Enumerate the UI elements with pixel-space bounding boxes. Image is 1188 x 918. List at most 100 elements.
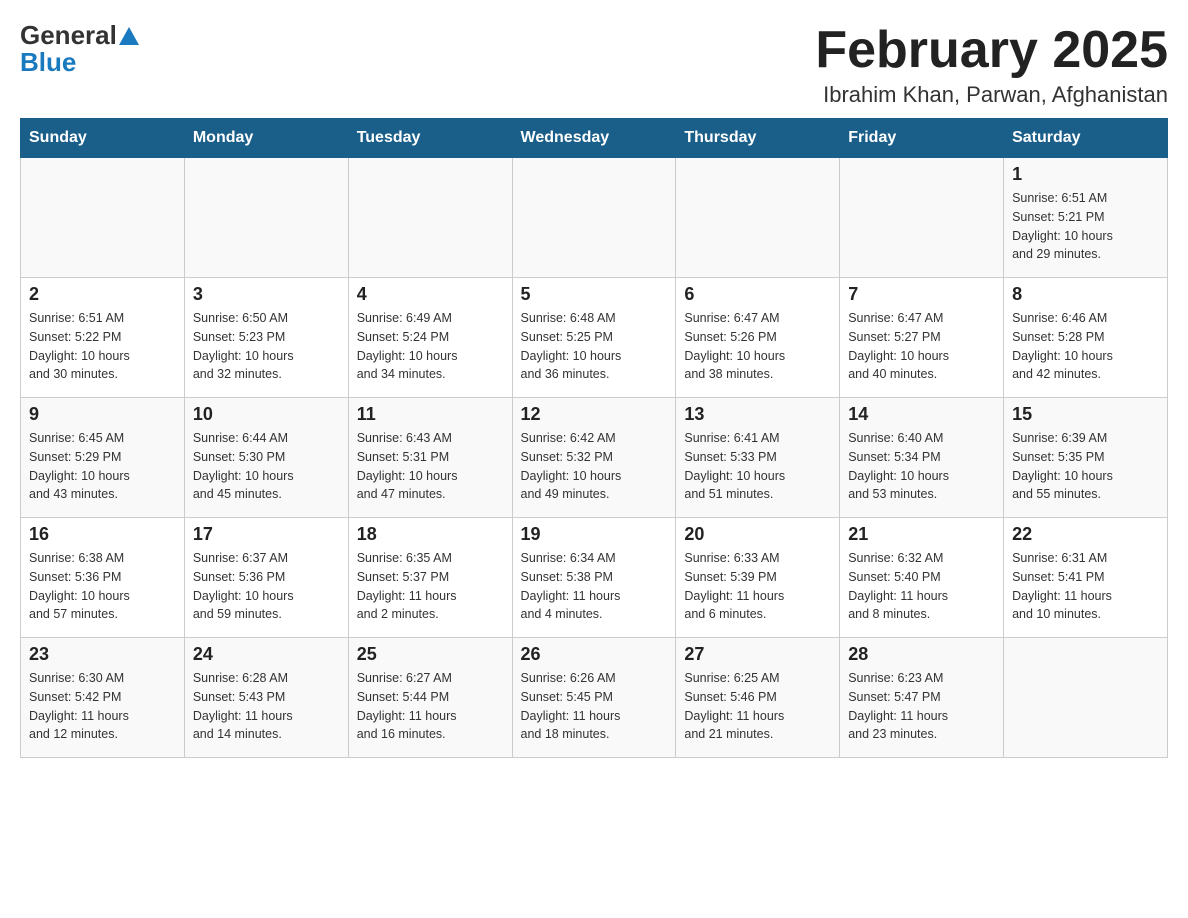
col-tuesday: Tuesday [348,119,512,158]
day-info: Sunrise: 6:35 AM Sunset: 5:37 PM Dayligh… [357,549,504,624]
calendar-day-cell: 6 Sunrise: 6:47 AM Sunset: 5:26 PM Daylig… [676,278,840,398]
calendar-day-cell: 23 Sunrise: 6:30 AM Sunset: 5:42 PM Dayli… [21,638,185,758]
calendar-day-cell: 13 Sunrise: 6:41 AM Sunset: 5:33 PM Dayli… [676,398,840,518]
day-number: 23 [29,644,176,665]
calendar-day-cell [184,158,348,278]
day-info: Sunrise: 6:51 AM Sunset: 5:21 PM Dayligh… [1012,189,1159,264]
day-number: 26 [521,644,668,665]
day-info: Sunrise: 6:47 AM Sunset: 5:26 PM Dayligh… [684,309,831,384]
day-number: 25 [357,644,504,665]
day-number: 3 [193,284,340,305]
calendar-day-cell: 17Sunrise: 6:37 AM Sunset: 5:36 PM Dayli… [184,518,348,638]
day-info: Sunrise: 6:43 AM Sunset: 5:31 PM Dayligh… [357,429,504,504]
calendar-day-cell: 1 Sunrise: 6:51 AM Sunset: 5:21 PM Daylig… [1004,158,1168,278]
calendar-day-cell [840,158,1004,278]
day-number: 27 [684,644,831,665]
day-info: Sunrise: 6:27 AM Sunset: 5:44 PM Dayligh… [357,669,504,744]
day-number: 22 [1012,524,1159,545]
day-info: Sunrise: 6:34 AM Sunset: 5:38 PM Dayligh… [521,549,668,624]
calendar-day-cell: 7 Sunrise: 6:47 AM Sunset: 5:27 PM Daylig… [840,278,1004,398]
title-area: February 2025 Ibrahim Khan, Parwan, Afgh… [815,20,1168,108]
day-info: Sunrise: 6:49 AM Sunset: 5:24 PM Dayligh… [357,309,504,384]
day-info: Sunrise: 6:32 AM Sunset: 5:40 PM Dayligh… [848,549,995,624]
calendar-day-cell: 5 Sunrise: 6:48 AM Sunset: 5:25 PM Daylig… [512,278,676,398]
calendar-day-cell: 19 Sunrise: 6:34 AM Sunset: 5:38 PM Dayli… [512,518,676,638]
calendar-day-cell: 25 Sunrise: 6:27 AM Sunset: 5:44 PM Dayli… [348,638,512,758]
day-info: Sunrise: 6:42 AM Sunset: 5:32 PM Dayligh… [521,429,668,504]
calendar-week-row: 1 Sunrise: 6:51 AM Sunset: 5:21 PM Daylig… [21,158,1168,278]
day-info: Sunrise: 6:41 AM Sunset: 5:33 PM Dayligh… [684,429,831,504]
calendar-day-cell: 20 Sunrise: 6:33 AM Sunset: 5:39 PM Dayli… [676,518,840,638]
calendar-day-cell: 24 Sunrise: 6:28 AM Sunset: 5:43 PM Dayli… [184,638,348,758]
logo-triangle-icon [119,27,139,45]
calendar-day-cell: 3 Sunrise: 6:50 AM Sunset: 5:23 PM Daylig… [184,278,348,398]
day-info: Sunrise: 6:37 AM Sunset: 5:36 PM Dayligh… [193,549,340,624]
day-number: 15 [1012,404,1159,425]
day-number: 5 [521,284,668,305]
calendar-day-cell: 28Sunrise: 6:23 AM Sunset: 5:47 PM Dayli… [840,638,1004,758]
calendar-day-cell [21,158,185,278]
col-friday: Friday [840,119,1004,158]
day-number: 10 [193,404,340,425]
day-number: 20 [684,524,831,545]
col-thursday: Thursday [676,119,840,158]
calendar-day-cell: 27 Sunrise: 6:25 AM Sunset: 5:46 PM Dayli… [676,638,840,758]
day-number: 12 [521,404,668,425]
col-monday: Monday [184,119,348,158]
day-number: 18 [357,524,504,545]
calendar-day-cell: 10 Sunrise: 6:44 AM Sunset: 5:30 PM Dayli… [184,398,348,518]
calendar-week-row: 9 Sunrise: 6:45 AM Sunset: 5:29 PM Daylig… [21,398,1168,518]
calendar-body: 1 Sunrise: 6:51 AM Sunset: 5:21 PM Daylig… [21,158,1168,758]
day-info: Sunrise: 6:40 AM Sunset: 5:34 PM Dayligh… [848,429,995,504]
day-number: 2 [29,284,176,305]
calendar-day-cell: 11 Sunrise: 6:43 AM Sunset: 5:31 PM Dayli… [348,398,512,518]
day-info: Sunrise: 6:33 AM Sunset: 5:39 PM Dayligh… [684,549,831,624]
calendar-day-cell: 9 Sunrise: 6:45 AM Sunset: 5:29 PM Daylig… [21,398,185,518]
day-number: 9 [29,404,176,425]
day-number: 16 [29,524,176,545]
calendar-day-cell: 4 Sunrise: 6:49 AM Sunset: 5:24 PM Daylig… [348,278,512,398]
day-info: Sunrise: 6:51 AM Sunset: 5:22 PM Dayligh… [29,309,176,384]
logo-blue-text: Blue [20,47,76,78]
day-number: 7 [848,284,995,305]
day-number: 21 [848,524,995,545]
day-number: 13 [684,404,831,425]
day-info: Sunrise: 6:39 AM Sunset: 5:35 PM Dayligh… [1012,429,1159,504]
calendar-day-cell: 16Sunrise: 6:38 AM Sunset: 5:36 PM Dayli… [21,518,185,638]
day-number: 6 [684,284,831,305]
day-number: 4 [357,284,504,305]
col-wednesday: Wednesday [512,119,676,158]
calendar-day-cell: 26 Sunrise: 6:26 AM Sunset: 5:45 PM Dayli… [512,638,676,758]
calendar-week-row: 2 Sunrise: 6:51 AM Sunset: 5:22 PM Daylig… [21,278,1168,398]
calendar-day-cell: 15 Sunrise: 6:39 AM Sunset: 5:35 PM Dayli… [1004,398,1168,518]
logo: General Blue [20,20,139,78]
day-number: 19 [521,524,668,545]
calendar-table: Sunday Monday Tuesday Wednesday Thursday… [20,118,1168,758]
day-info: Sunrise: 6:48 AM Sunset: 5:25 PM Dayligh… [521,309,668,384]
day-info: Sunrise: 6:28 AM Sunset: 5:43 PM Dayligh… [193,669,340,744]
day-info: Sunrise: 6:44 AM Sunset: 5:30 PM Dayligh… [193,429,340,504]
day-info: Sunrise: 6:50 AM Sunset: 5:23 PM Dayligh… [193,309,340,384]
day-number: 28 [848,644,995,665]
day-info: Sunrise: 6:25 AM Sunset: 5:46 PM Dayligh… [684,669,831,744]
location-title: Ibrahim Khan, Parwan, Afghanistan [815,82,1168,108]
day-info: Sunrise: 6:47 AM Sunset: 5:27 PM Dayligh… [848,309,995,384]
day-info: Sunrise: 6:46 AM Sunset: 5:28 PM Dayligh… [1012,309,1159,384]
col-sunday: Sunday [21,119,185,158]
calendar-day-cell: 14Sunrise: 6:40 AM Sunset: 5:34 PM Dayli… [840,398,1004,518]
calendar-day-cell [676,158,840,278]
day-info: Sunrise: 6:30 AM Sunset: 5:42 PM Dayligh… [29,669,176,744]
calendar-day-cell [348,158,512,278]
calendar-day-cell: 22 Sunrise: 6:31 AM Sunset: 5:41 PM Dayli… [1004,518,1168,638]
day-number: 24 [193,644,340,665]
day-info: Sunrise: 6:26 AM Sunset: 5:45 PM Dayligh… [521,669,668,744]
day-info: Sunrise: 6:45 AM Sunset: 5:29 PM Dayligh… [29,429,176,504]
day-number: 11 [357,404,504,425]
calendar-day-cell [512,158,676,278]
day-info: Sunrise: 6:31 AM Sunset: 5:41 PM Dayligh… [1012,549,1159,624]
calendar-header: Sunday Monday Tuesday Wednesday Thursday… [21,119,1168,158]
calendar-day-cell: 8Sunrise: 6:46 AM Sunset: 5:28 PM Daylig… [1004,278,1168,398]
calendar-week-row: 16Sunrise: 6:38 AM Sunset: 5:36 PM Dayli… [21,518,1168,638]
day-number: 1 [1012,164,1159,185]
calendar-day-cell: 2 Sunrise: 6:51 AM Sunset: 5:22 PM Daylig… [21,278,185,398]
